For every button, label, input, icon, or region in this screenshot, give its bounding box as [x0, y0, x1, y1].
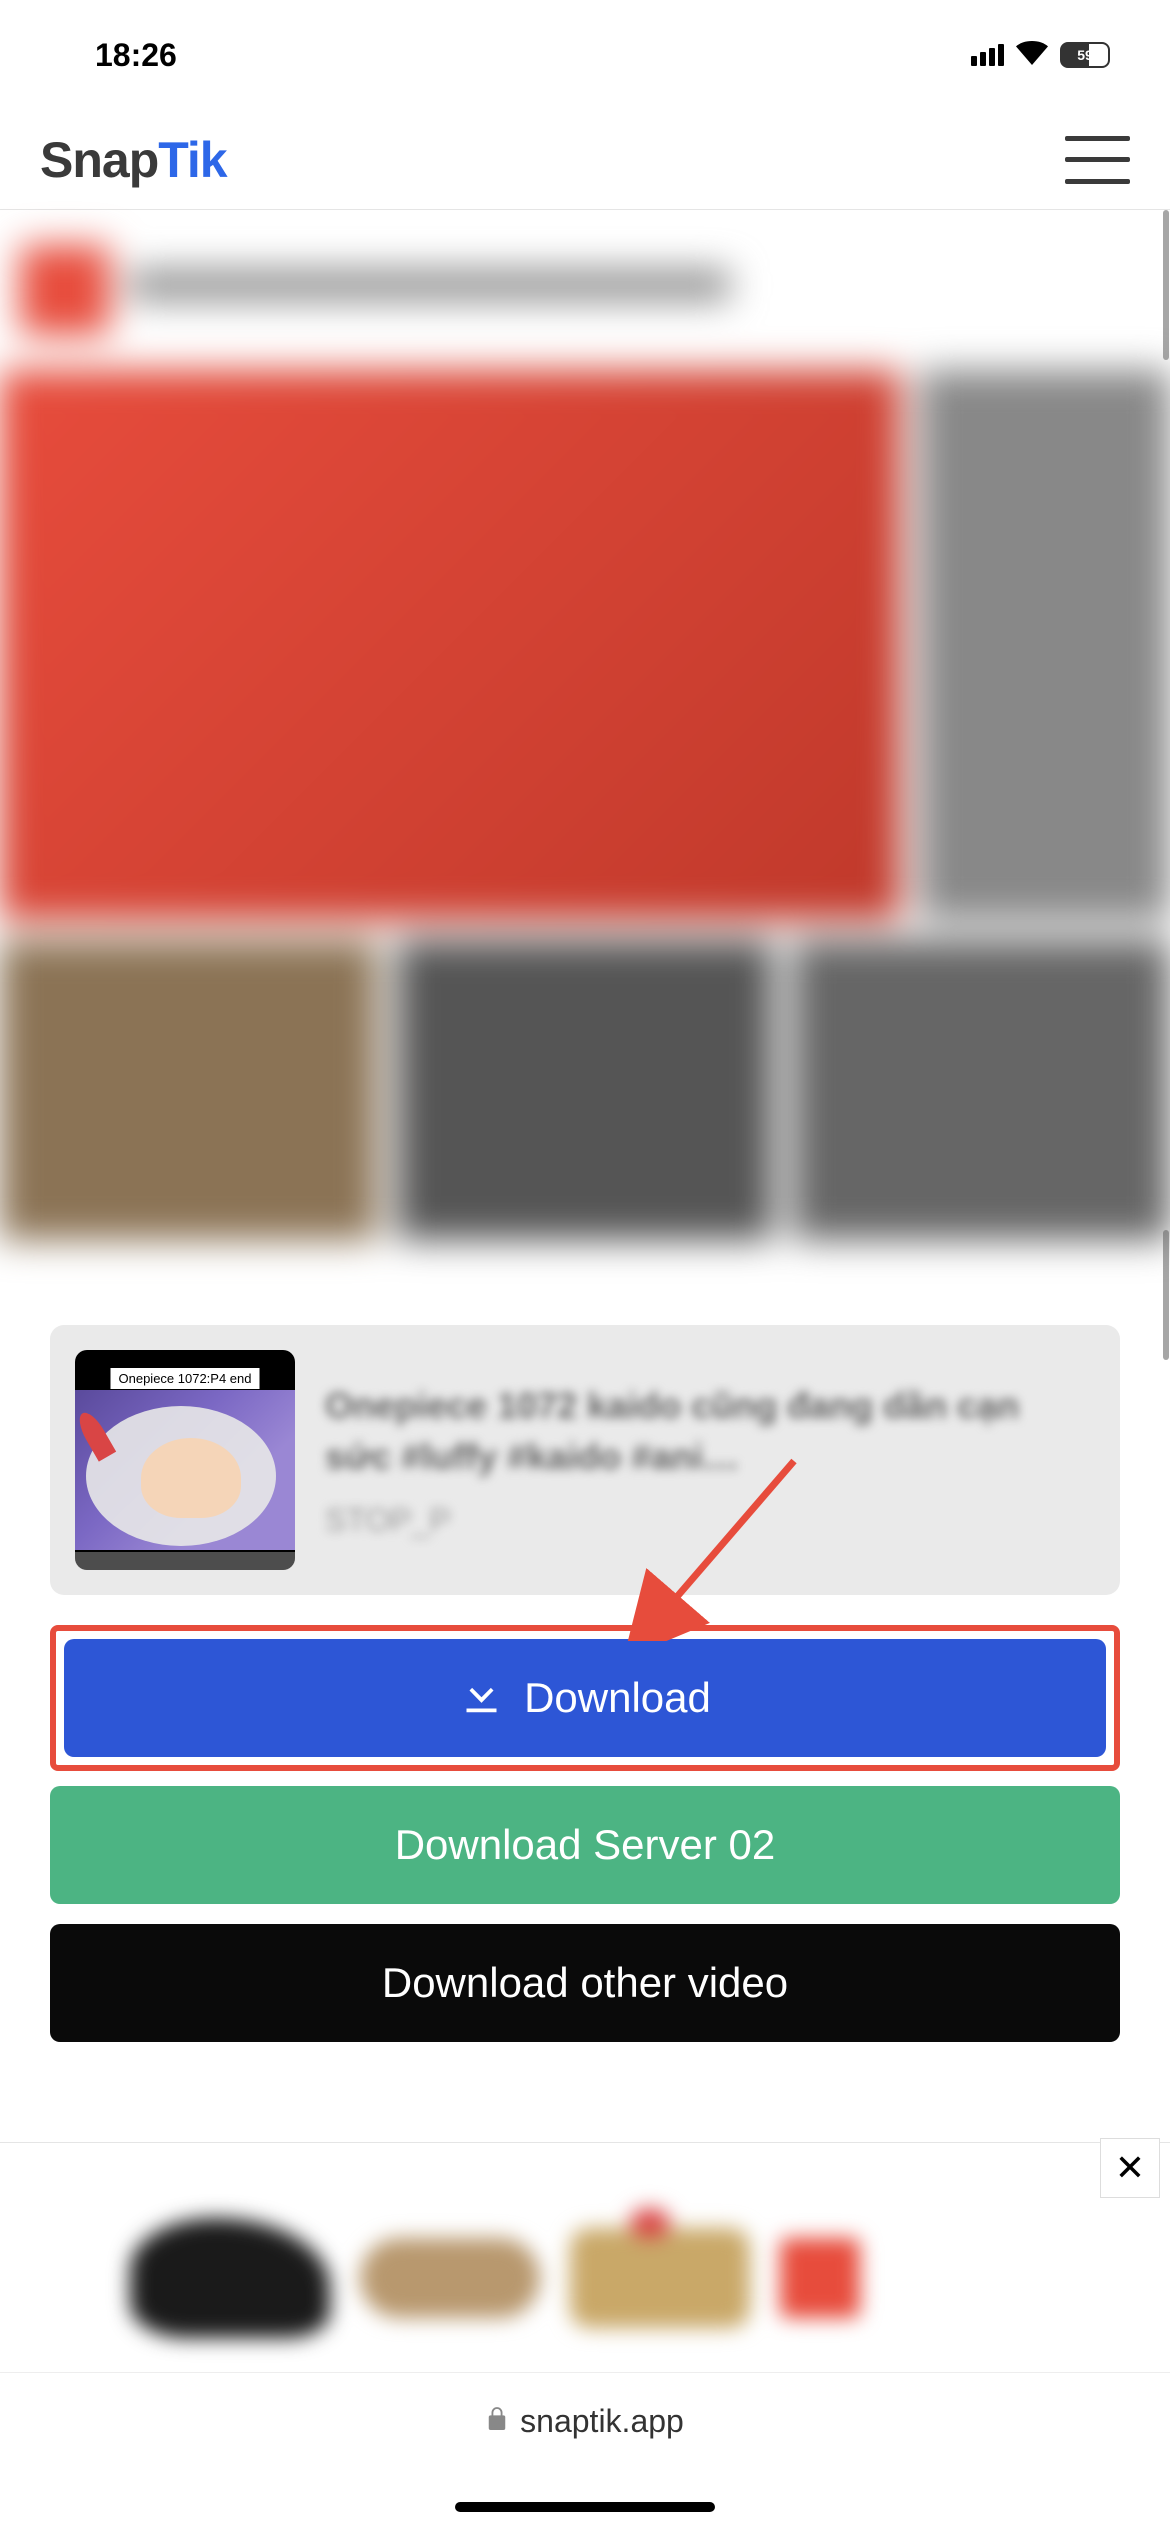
download-button-label: Download	[524, 1674, 711, 1722]
bottom-ad-container: ✕	[0, 2142, 1170, 2372]
download-server02-button[interactable]: Download Server 02	[50, 1786, 1120, 1904]
video-thumbnail[interactable]: Onepiece 1072:P4 end	[75, 1350, 295, 1570]
close-icon: ✕	[1115, 2147, 1145, 2189]
lock-icon	[486, 2403, 508, 2440]
status-time: 18:26	[95, 37, 177, 74]
highlight-annotation: Download	[50, 1625, 1120, 1771]
wifi-icon	[1016, 41, 1048, 70]
ad-banner-blurred[interactable]	[0, 210, 1170, 1280]
download-icon	[459, 1671, 504, 1726]
download-other-video-label: Download other video	[382, 1959, 788, 2007]
status-bar: 18:26 59	[0, 0, 1170, 110]
battery-icon: 59	[1060, 42, 1110, 68]
status-icons: 59	[971, 41, 1110, 70]
download-button[interactable]: Download	[64, 1639, 1106, 1757]
logo-text-tik: Tik	[158, 132, 226, 188]
home-indicator[interactable]	[455, 2502, 715, 2512]
hamburger-menu-icon[interactable]	[1065, 136, 1130, 184]
cellular-signal-icon	[971, 44, 1004, 66]
logo[interactable]: SnapTik	[40, 131, 227, 189]
download-server02-label: Download Server 02	[395, 1821, 776, 1869]
logo-text-snap: Snap	[40, 132, 158, 188]
close-ad-button[interactable]: ✕	[1100, 2138, 1160, 2198]
content-section: Onepiece 1072:P4 end Onepiece 1072 kaido…	[0, 1280, 1170, 2082]
url-text: snaptik.app	[520, 2403, 684, 2440]
thumbnail-caption: Onepiece 1072:P4 end	[111, 1368, 260, 1389]
video-result-card: Onepiece 1072:P4 end Onepiece 1072 kaido…	[50, 1325, 1120, 1595]
download-other-video-button[interactable]: Download other video	[50, 1924, 1120, 2042]
bottom-ad-blurred[interactable]	[130, 2193, 1040, 2363]
arrow-annotation-icon	[624, 1441, 824, 1646]
app-header: SnapTik	[0, 110, 1170, 210]
battery-percent: 59	[1060, 47, 1110, 63]
browser-address-bar[interactable]: snaptik.app	[0, 2372, 1170, 2532]
